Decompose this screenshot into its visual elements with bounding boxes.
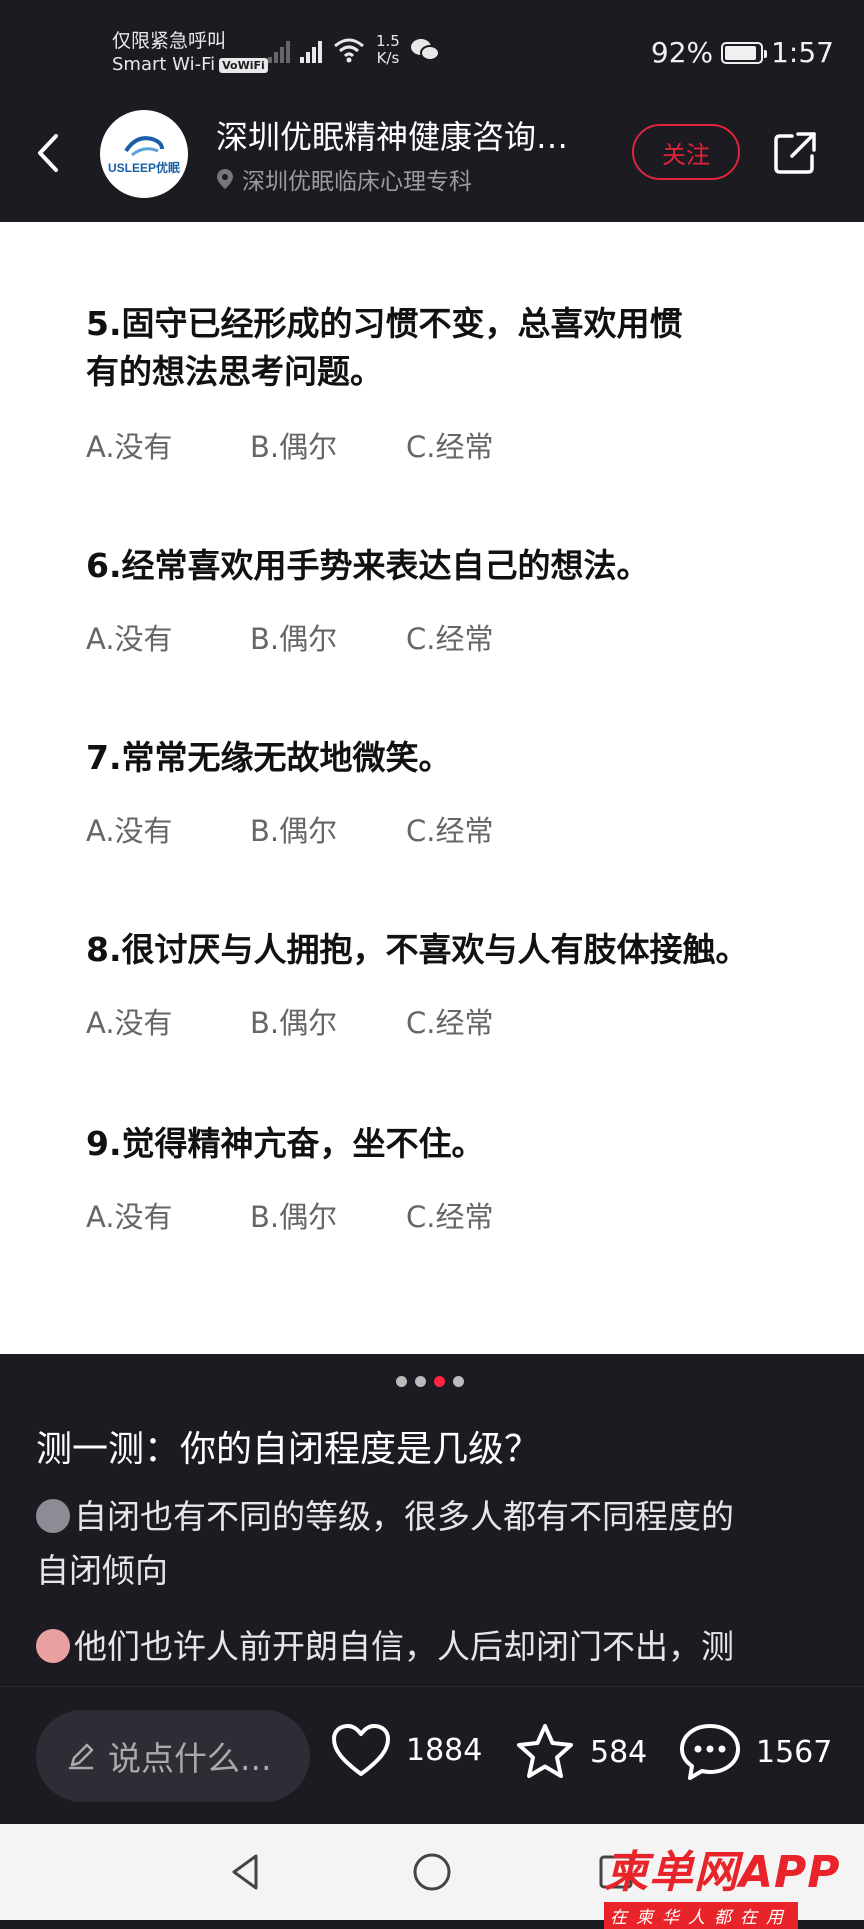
option-c: C.经常 xyxy=(406,814,494,848)
option-b: B.偶尔 xyxy=(250,430,338,464)
location-pin-icon xyxy=(217,169,233,189)
option-c: C.经常 xyxy=(406,1200,494,1234)
like-button[interactable]: 1884 xyxy=(330,1722,482,1778)
nav-back-icon[interactable] xyxy=(224,1850,268,1894)
watermark-main: 柬单网APP xyxy=(604,1847,841,1898)
question-9: 9.觉得精神亢奋，坐不住。 xyxy=(86,1120,485,1168)
paragraph-1-line1: 自闭也有不同的等级，很多人都有不同程度的 xyxy=(74,1497,734,1536)
option-b: B.偶尔 xyxy=(250,1200,338,1234)
battery-icon xyxy=(721,41,768,64)
option-c: C.经常 xyxy=(406,1006,494,1040)
location-label: 深圳优眠临床心理专科 xyxy=(242,169,472,195)
question-5-line2: 有的想法思考问题。 xyxy=(86,352,383,391)
option-b: B.偶尔 xyxy=(250,1006,338,1040)
like-count: 1884 xyxy=(406,1732,483,1768)
comment-bubble-icon xyxy=(680,1724,740,1780)
pencil-icon xyxy=(68,1743,94,1770)
question-5: 5.固守已经形成的习惯不变，总喜欢用惯 有的想法思考问题。 xyxy=(86,300,683,396)
question-6-line1: 6.经常喜欢用手势来表达自己的想法。 xyxy=(86,546,650,585)
comment-placeholder: 说点什么... xyxy=(108,1739,272,1778)
question-8-line1: 8.很讨厌与人拥抱，不喜欢与人有肢体接触。 xyxy=(86,930,749,969)
wifi-status: Smart Wi-Fi VoWiFi xyxy=(112,54,268,75)
post-paragraph-1: 自闭也有不同的等级，很多人都有不同程度的自闭倾向 xyxy=(36,1490,836,1598)
option-a: A.没有 xyxy=(86,814,173,848)
carousel-dot xyxy=(415,1376,426,1387)
vowifi-badge: VoWiFi xyxy=(219,57,268,73)
carousel-dot xyxy=(396,1376,407,1387)
author-name[interactable]: 深圳优眠精神健康咨询… xyxy=(216,112,568,158)
carousel-dot xyxy=(453,1376,464,1387)
author-location[interactable]: 深圳优眠临床心理专科 xyxy=(216,162,472,196)
paragraph-2-line1: 他们也许人前开朗自信，人后却闭门不出，测 xyxy=(74,1627,734,1666)
option-b: B.偶尔 xyxy=(250,814,338,848)
question-5-line1: 5.固守已经形成的习惯不变，总喜欢用惯 xyxy=(86,304,683,343)
option-a: A.没有 xyxy=(86,1200,173,1234)
option-a: A.没有 xyxy=(86,430,173,464)
question-6-options: A.没有 B.偶尔 C.经常 xyxy=(86,616,493,658)
avatar[interactable]: USLEEP优眠 xyxy=(100,110,188,198)
post-title: 测一测：你的自闭程度是几级？ xyxy=(36,1429,541,1470)
wechat-icon xyxy=(410,39,440,61)
clock: 1:57 xyxy=(771,36,834,69)
question-8-options: A.没有 B.偶尔 C.经常 xyxy=(86,1000,493,1042)
follow-button[interactable]: 关注 xyxy=(632,124,740,180)
question-5-options: A.没有 B.偶尔 C.经常 xyxy=(86,424,493,466)
battery-percent: 92% xyxy=(650,36,714,69)
battery-fill xyxy=(725,45,757,60)
comment-count: 1567 xyxy=(756,1734,833,1770)
status-right: 92% 1:57 xyxy=(651,36,834,69)
favorite-button[interactable]: 584 xyxy=(514,1722,647,1782)
speed-unit: K/s xyxy=(376,49,400,67)
wifi-label: Smart Wi-Fi xyxy=(112,54,216,75)
network-speed: 1.5 K/s xyxy=(376,33,400,67)
option-c: C.经常 xyxy=(406,430,494,464)
back-arrow-icon[interactable] xyxy=(30,128,70,178)
post-image-card[interactable]: 5.固守已经形成的习惯不变，总喜欢用惯 有的想法思考问题。 A.没有 B.偶尔 C.经… xyxy=(0,222,864,1354)
speed-value: 1.5 xyxy=(376,32,400,50)
question-9-options: A.没有 B.偶尔 C.经常 xyxy=(86,1194,493,1236)
option-b: B.偶尔 xyxy=(250,622,338,656)
status-icons: 1.5 K/s xyxy=(268,30,440,70)
nav-home-icon[interactable] xyxy=(410,1850,454,1894)
question-7: 7.常常无缘无故地微笑。 xyxy=(86,734,452,782)
heart-icon xyxy=(332,1724,390,1776)
watermark-logo: 柬单网APP 在柬华人都在用 xyxy=(604,1836,841,1929)
ghost-emoji-icon xyxy=(36,1499,70,1533)
paragraph-1-line2: 自闭倾向 xyxy=(36,1551,168,1590)
star-icon xyxy=(517,1724,573,1778)
comment-input[interactable]: 说点什么... xyxy=(36,1710,310,1802)
option-a: A.没有 xyxy=(86,1006,173,1040)
post-paragraph-2: 他们也许人前开朗自信，人后却闭门不出，测 xyxy=(36,1620,836,1680)
comment-button[interactable]: 1567 xyxy=(678,1722,832,1782)
carousel-dot xyxy=(434,1376,445,1387)
pig-emoji-icon xyxy=(36,1629,70,1663)
logo-text: USLEEP优眠 xyxy=(107,160,180,175)
favorite-count: 584 xyxy=(590,1734,648,1770)
question-9-line1: 9.觉得精神亢奋，坐不住。 xyxy=(86,1124,485,1163)
option-a: A.没有 xyxy=(86,622,173,656)
carrier-status: 仅限紧急呼叫 xyxy=(112,30,227,52)
signal-icon-sim1 xyxy=(268,37,290,63)
question-7-options: A.没有 B.偶尔 C.经常 xyxy=(86,808,493,850)
option-c: C.经常 xyxy=(406,622,494,656)
question-7-line1: 7.常常无缘无故地微笑。 xyxy=(86,738,452,777)
carousel-indicator xyxy=(396,1376,464,1387)
question-6: 6.经常喜欢用手势来表达自己的想法。 xyxy=(86,542,650,590)
watermark-sub: 在柬华人都在用 xyxy=(604,1902,798,1929)
wifi-icon xyxy=(334,38,364,63)
question-8: 8.很讨厌与人拥抱，不喜欢与人有肢体接触。 xyxy=(86,926,749,974)
usleep-logo-icon xyxy=(124,135,164,156)
share-icon[interactable] xyxy=(770,128,820,178)
signal-icon-sim2 xyxy=(300,37,322,63)
